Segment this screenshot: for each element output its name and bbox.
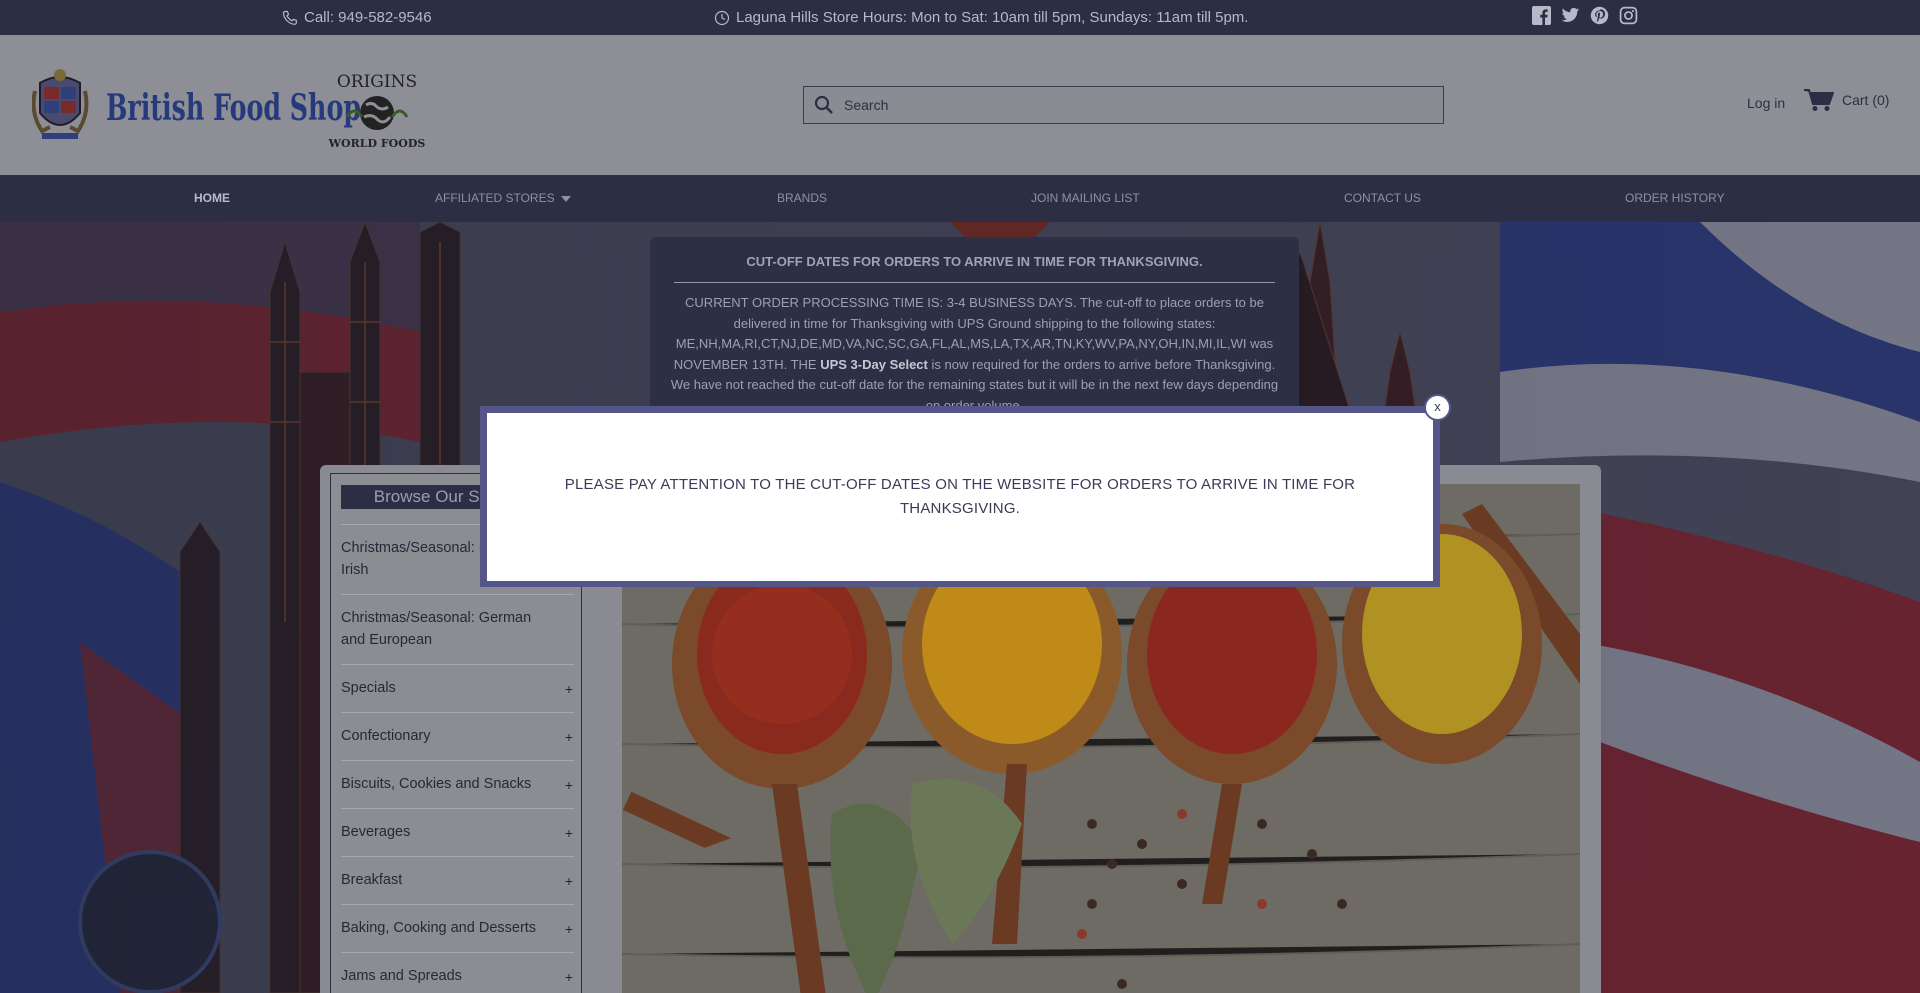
category-confectionary[interactable]: Confectionary + (341, 712, 574, 760)
thanksgiving-notice: CUT-OFF DATES FOR ORDERS TO ARRIVE IN TI… (650, 237, 1299, 415)
svg-text:British Food Shop: British Food Shop (106, 87, 361, 129)
category-label: Confectionary (341, 728, 431, 744)
notice-body-bold: UPS 3-Day Select (820, 356, 928, 372)
phone-icon (282, 10, 297, 25)
search-icon[interactable] (804, 87, 844, 123)
nav-affiliated-stores[interactable]: AFFILIATED STORES (435, 191, 571, 205)
expand-icon[interactable]: + (565, 774, 573, 796)
store-hours-text: Laguna Hills Store Hours: Mon to Sat: 10… (736, 9, 1249, 26)
cart-link[interactable]: Cart (0) (1804, 88, 1889, 112)
expand-icon[interactable]: + (565, 870, 573, 892)
cart-icon (1804, 89, 1834, 111)
phone-number: Call: 949-582-9546 (304, 9, 432, 26)
category-label: Jams and Spreads (341, 968, 462, 984)
category-biscuits-cookies-snacks[interactable]: Biscuits, Cookies and Snacks + (341, 760, 574, 808)
cart-label: Cart (0) (1842, 92, 1890, 108)
search-input[interactable] (844, 97, 1424, 113)
nav-order-history[interactable]: ORDER HISTORY (1625, 191, 1725, 205)
category-jams-spreads[interactable]: Jams and Spreads + (341, 952, 574, 993)
pinterest-icon[interactable] (1590, 6, 1609, 25)
nav-join-mailing-list[interactable]: JOIN MAILING LIST (1031, 191, 1140, 205)
expand-icon[interactable]: + (565, 726, 573, 748)
site-header: British Food Shop ORIGINS WORLD FOODS Lo… (0, 35, 1920, 175)
store-hours: Laguna Hills Store Hours: Mon to Sat: 10… (714, 9, 1248, 26)
notice-title: CUT-OFF DATES FOR ORDERS TO ARRIVE IN TI… (746, 254, 1203, 269)
twitter-icon[interactable] (1561, 6, 1580, 25)
login-link[interactable]: Log in (1747, 95, 1785, 111)
nav-brands[interactable]: BRANDS (777, 191, 827, 205)
top-bar: Call: 949-582-9546 Laguna Hills Store Ho… (0, 0, 1920, 35)
nav-home[interactable]: HOME (194, 191, 230, 205)
announcement-modal: PLEASE PAY ATTENTION TO THE CUT-OFF DATE… (487, 413, 1433, 581)
expand-icon[interactable]: + (565, 822, 573, 844)
main-nav: HOME AFFILIATED STORES BRANDS JOIN MAILI… (0, 175, 1920, 222)
expand-icon[interactable]: + (565, 966, 573, 988)
crest-logo-icon (31, 69, 89, 139)
category-label: Baking, Cooking and Desserts (341, 920, 537, 936)
phone-contact[interactable]: Call: 949-582-9546 (282, 9, 432, 26)
modal-close-button[interactable]: x (1424, 394, 1451, 421)
svg-text:WORLD FOODS: WORLD FOODS (328, 137, 426, 150)
nav-contact-us[interactable]: CONTACT US (1344, 191, 1421, 205)
expand-icon[interactable]: + (565, 918, 573, 940)
category-beverages[interactable]: Beverages + (341, 808, 574, 856)
notice-body: CURRENT ORDER PROCESSING TIME IS: 3-4 BU… (668, 293, 1281, 415)
category-label: Beverages (341, 824, 411, 840)
category-label: Breakfast (341, 872, 403, 888)
nav-affiliated-stores-label: AFFILIATED STORES (435, 191, 555, 205)
category-label: Biscuits, Cookies and Snacks (341, 776, 532, 792)
social-links (1532, 6, 1638, 25)
search-bar[interactable] (803, 86, 1444, 124)
instagram-icon[interactable] (1619, 6, 1638, 25)
category-baking-cooking-desserts[interactable]: Baking, Cooking and Desserts + (341, 904, 574, 952)
expand-icon[interactable]: + (565, 678, 573, 700)
category-specials[interactable]: Specials + (341, 664, 574, 712)
clock-icon (714, 10, 730, 25)
caret-down-icon (560, 195, 571, 202)
facebook-icon[interactable] (1532, 6, 1551, 25)
category-christmas-german-european[interactable]: Christmas/Seasonal: German and European (341, 594, 574, 664)
category-list: Christmas/Seasonal: British and Irish Ch… (341, 524, 574, 993)
notice-divider (674, 282, 1275, 283)
category-label: Christmas/Seasonal: German and European (341, 610, 532, 648)
modal-message: PLEASE PAY ATTENTION TO THE CUT-OFF DATE… (564, 476, 1356, 517)
category-label: Specials (341, 680, 396, 696)
site-logo[interactable]: British Food Shop ORIGINS WORLD FOODS (31, 65, 482, 150)
svg-text:ORIGINS: ORIGINS (337, 72, 417, 92)
category-breakfast[interactable]: Breakfast + (341, 856, 574, 904)
